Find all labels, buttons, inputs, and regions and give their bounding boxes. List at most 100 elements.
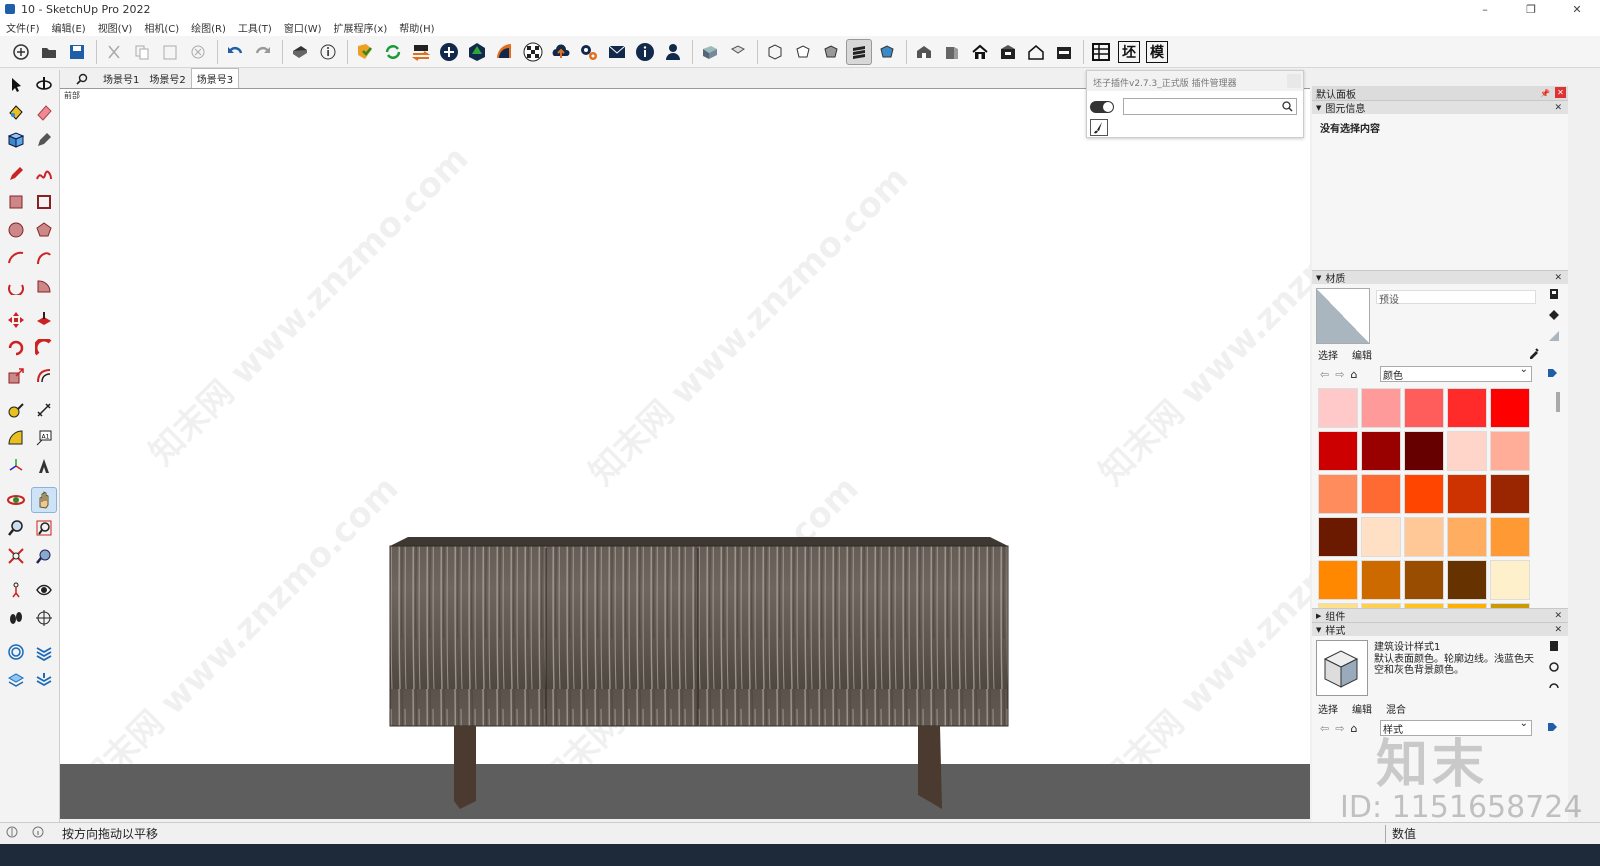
- color-swatch[interactable]: [1318, 560, 1358, 600]
- material-collection-select[interactable]: 颜色: [1380, 364, 1532, 382]
- refresh-icon[interactable]: [380, 39, 406, 65]
- table-grid-icon[interactable]: [1088, 39, 1114, 65]
- wireframe-style-icon[interactable]: [790, 39, 816, 65]
- components-header[interactable]: ▶ 组件 ✕: [1312, 608, 1568, 623]
- color-swatch[interactable]: [1361, 474, 1401, 514]
- zoom-window-icon[interactable]: [31, 515, 57, 541]
- model-info-button[interactable]: [315, 39, 341, 65]
- color-swatch[interactable]: [1361, 388, 1401, 428]
- styles-tab-edit[interactable]: 编辑: [1352, 701, 1372, 716]
- orbit-tool-icon[interactable]: [3, 487, 29, 513]
- maximize-button[interactable]: ❐: [1508, 0, 1554, 18]
- erase-button[interactable]: [185, 39, 211, 65]
- plugin-toggle[interactable]: [1090, 101, 1114, 113]
- plugin-logo-icon[interactable]: [352, 39, 378, 65]
- eyedropper-icon[interactable]: [1528, 347, 1540, 362]
- print-button[interactable]: [287, 39, 313, 65]
- plugin-brush-button[interactable]: [1090, 119, 1108, 136]
- styles-header[interactable]: ▼ 样式 ✕: [1312, 622, 1568, 637]
- pan-hand-icon[interactable]: [31, 487, 57, 513]
- position-camera-icon[interactable]: [3, 577, 29, 603]
- color-swatch[interactable]: [1404, 388, 1444, 428]
- menu-tools[interactable]: 工具(T): [238, 20, 272, 35]
- menu-file[interactable]: 文件(F): [6, 20, 40, 35]
- styles-tab-mix[interactable]: 混合: [1386, 701, 1406, 716]
- circle-icon[interactable]: [3, 217, 29, 243]
- save-button[interactable]: [64, 39, 90, 65]
- house-front-icon[interactable]: [967, 39, 993, 65]
- settings-gears-icon[interactable]: [576, 39, 602, 65]
- checker-sphere-icon[interactable]: [520, 39, 546, 65]
- tree-icon[interactable]: [464, 39, 490, 65]
- hidden-line-style-icon[interactable]: [818, 39, 844, 65]
- close-icon[interactable]: ✕: [1554, 103, 1562, 113]
- section-plane-icon[interactable]: [31, 605, 57, 631]
- eraser-icon[interactable]: [31, 99, 57, 125]
- mo-text-button[interactable]: 模: [1144, 39, 1170, 65]
- shaded-style-icon[interactable]: [846, 38, 872, 65]
- transfer-icon[interactable]: [408, 39, 434, 65]
- copy-button[interactable]: [129, 39, 155, 65]
- house-right-icon[interactable]: [995, 39, 1021, 65]
- sandbox-stamp-icon[interactable]: [31, 667, 57, 693]
- xray-style-icon[interactable]: [762, 39, 788, 65]
- plugin-search-input[interactable]: [1123, 98, 1297, 115]
- add-circle-icon[interactable]: [436, 39, 462, 65]
- arc-icon[interactable]: [3, 245, 29, 271]
- material-name-field[interactable]: 预设: [1376, 290, 1536, 306]
- textured-style-icon[interactable]: [874, 39, 900, 65]
- back-arrow-icon[interactable]: ⇦: [1320, 368, 1329, 381]
- previous-view-icon[interactable]: [31, 543, 57, 569]
- undo-button[interactable]: [222, 39, 248, 65]
- look-around-icon[interactable]: [31, 577, 57, 603]
- home-icon[interactable]: ⌂: [1350, 368, 1357, 381]
- close-button[interactable]: ✕: [1554, 0, 1600, 18]
- color-swatch[interactable]: [1361, 431, 1401, 471]
- palette-scrollbar[interactable]: [1556, 392, 1560, 412]
- pie-icon[interactable]: [31, 273, 57, 299]
- color-swatch[interactable]: [1447, 474, 1487, 514]
- pin-icon[interactable]: 📌: [1540, 89, 1550, 98]
- model-viewport[interactable]: 前部 知末网 www.znzmo.com 知末网 www.znzmo.com 知…: [60, 88, 1310, 819]
- sandbox-scratch-icon[interactable]: [31, 639, 57, 665]
- sandbox-smoove-icon[interactable]: [3, 667, 29, 693]
- color-swatch[interactable]: [1490, 388, 1530, 428]
- offset-icon[interactable]: [31, 363, 57, 389]
- color-swatch[interactable]: [1361, 517, 1401, 557]
- select-arrow-icon[interactable]: [3, 71, 29, 97]
- forward-arrow-icon[interactable]: ⇨: [1335, 368, 1344, 381]
- menu-extensions[interactable]: 扩展程序(x): [334, 20, 388, 35]
- mail-icon[interactable]: [604, 39, 630, 65]
- paint-bucket-icon[interactable]: [1548, 309, 1560, 324]
- 3d-text-icon[interactable]: [31, 453, 57, 479]
- tag-icon[interactable]: [31, 127, 57, 153]
- user-icon[interactable]: [660, 39, 686, 65]
- details-arrow-icon[interactable]: [1546, 367, 1558, 382]
- move-icon[interactable]: [3, 307, 29, 333]
- update-style-icon[interactable]: [1548, 661, 1560, 676]
- entity-info-header[interactable]: ▼ 图元信息 ✕: [1312, 100, 1568, 115]
- fan-icon[interactable]: [492, 39, 518, 65]
- color-swatch[interactable]: [1490, 431, 1530, 471]
- materials-tab-select[interactable]: 选择: [1318, 347, 1338, 362]
- cabinet-model[interactable]: [60, 89, 1310, 819]
- color-swatch[interactable]: [1447, 431, 1487, 471]
- close-icon[interactable]: ✕: [1554, 625, 1562, 635]
- color-swatch[interactable]: [1490, 517, 1530, 557]
- home-icon[interactable]: ⌂: [1350, 722, 1357, 735]
- create-material-icon[interactable]: [1548, 288, 1560, 303]
- pencil-line-icon[interactable]: [3, 161, 29, 187]
- cut-button[interactable]: [101, 39, 127, 65]
- close-icon[interactable]: ✕: [1554, 611, 1562, 621]
- redo-button[interactable]: [250, 39, 276, 65]
- refresh-icon[interactable]: [1548, 682, 1560, 697]
- two-point-arc-icon[interactable]: [31, 245, 57, 271]
- rectangle-icon[interactable]: [3, 189, 29, 215]
- tape-measure-icon[interactable]: [3, 397, 29, 423]
- materials-tab-edit[interactable]: 编辑: [1352, 347, 1372, 362]
- cloud-upload-icon[interactable]: [548, 39, 574, 65]
- details-arrow-icon[interactable]: [1546, 721, 1558, 736]
- color-swatch[interactable]: [1404, 560, 1444, 600]
- protractor-icon[interactable]: [3, 425, 29, 451]
- scene-tab-1[interactable]: 场景号1: [98, 69, 144, 88]
